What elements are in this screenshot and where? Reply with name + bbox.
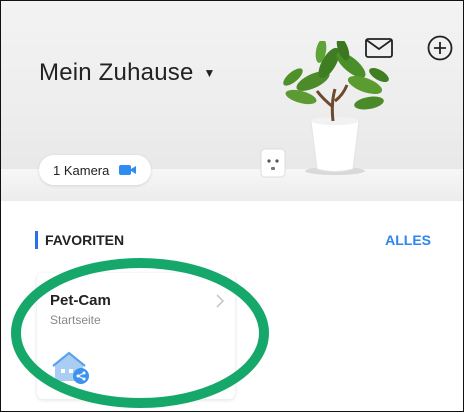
favorites-header: FAVORITEN ALLES [1, 229, 463, 251]
camera-count-label: 1 Kamera [53, 162, 110, 178]
smart-plug-illustration [260, 148, 286, 178]
app-screen: Mein Zuhause ▼ 1 Kamera FAVORITEN ALLES … [0, 0, 464, 412]
home-selector[interactable]: Mein Zuhause ▼ [39, 59, 216, 87]
favorites-title: FAVORITEN [45, 232, 125, 248]
plus-circle-icon[interactable] [425, 35, 455, 61]
device-name: Pet-Cam [50, 292, 111, 309]
page-title: Mein Zuhause [39, 59, 194, 86]
chevron-right-icon [216, 294, 225, 308]
home-share-icon [52, 351, 89, 384]
caret-down-icon: ▼ [203, 66, 216, 80]
camera-count-pill[interactable]: 1 Kamera [39, 155, 152, 185]
show-all-link[interactable]: ALLES [385, 232, 431, 248]
envelope-icon[interactable] [364, 35, 394, 61]
device-card-pet-cam[interactable]: Pet-Cam Startseite [37, 273, 235, 399]
video-camera-icon [119, 165, 137, 175]
device-room: Startseite [50, 313, 101, 327]
section-accent-bar [35, 231, 38, 249]
plant-illustration [283, 41, 389, 175]
